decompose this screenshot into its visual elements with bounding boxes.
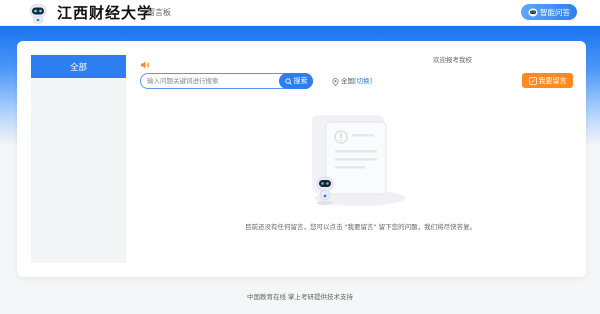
ai-qa-button[interactable]: 智能问答 [521,4,577,20]
leave-message-label: 我要留言 [538,76,567,85]
category-sidebar: 全部 [31,55,126,263]
sidebar-item-all[interactable]: 全部 [31,55,126,78]
footer-text: 中国教育在线 掌上考研提供技术支持 [246,293,354,301]
edit-icon [528,76,537,85]
leave-message-button[interactable]: 我要留言 [522,73,573,88]
empty-state-illustration [300,110,410,215]
top-navigation-bar: 江西财经大学 留言板 智能问答 [0,0,600,26]
robot-head-icon [528,8,538,17]
welcome-text: 欢迎报考我校 [433,56,472,64]
region-switch-link[interactable]: [切换] [354,77,372,86]
school-name: 江西财经大学 [57,4,154,22]
board-label: 留言板 [147,8,171,17]
search-button-label: 搜索 [293,77,308,85]
sidebar-item-label: 全部 [69,62,87,73]
speaker-icon [140,55,150,69]
empty-state-text: 目前还没有任何留言，您可以点击 "我要留言" 留下您的问题，我们将尽快答复。 [245,223,477,231]
region-label: 全国 [341,77,354,85]
search-button[interactable]: 搜索 [279,73,313,89]
robot-mascot-icon [27,2,49,24]
search-icon [284,77,292,85]
region-selector: 全国 [切换] [332,77,372,86]
ai-qa-button-label: 智能问答 [540,7,570,17]
location-pin-icon [332,77,339,86]
search-input[interactable] [147,74,277,88]
